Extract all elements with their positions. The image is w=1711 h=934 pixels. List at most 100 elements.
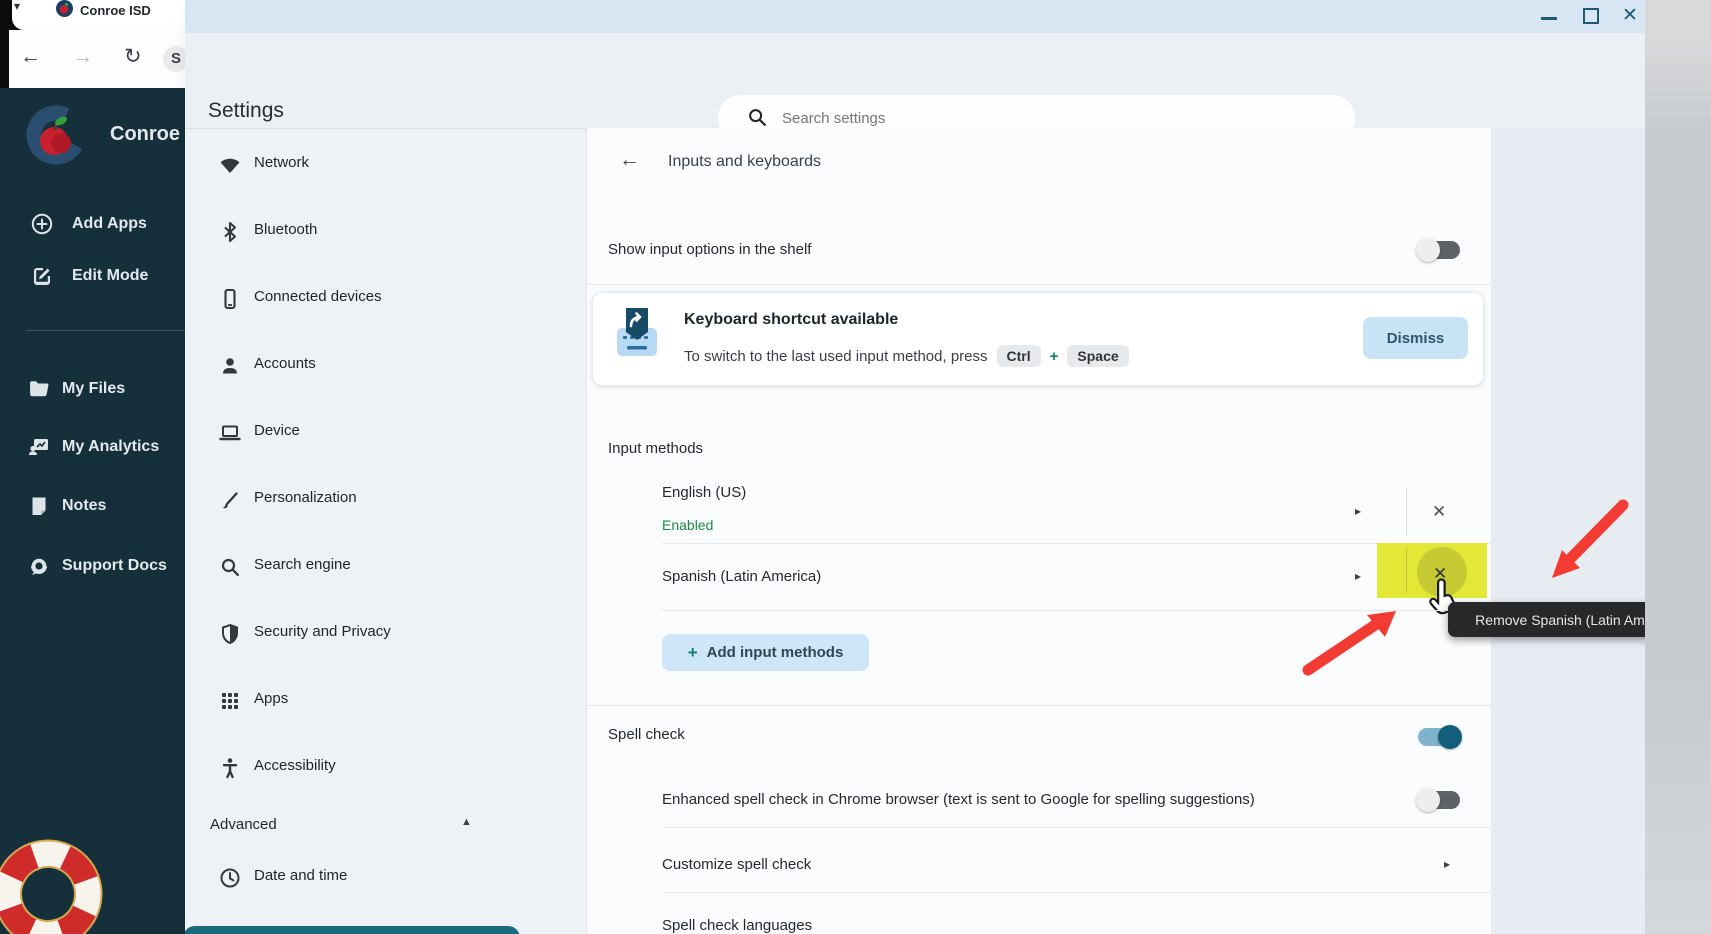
row-separator <box>1406 548 1407 593</box>
key-chip-space: Space <box>1067 345 1128 367</box>
sidebar-item-label: Add Apps <box>72 215 147 233</box>
bluetooth-icon <box>218 220 242 244</box>
screen: ▾ Conroe ISD ← → ↻ S Conroe <box>0 0 1711 934</box>
sidebar-item-my-analytics[interactable]: My Analytics <box>0 432 185 466</box>
laptop-icon <box>218 421 242 445</box>
keyboard-shortcut-banner <box>592 292 1484 386</box>
conroe-logo-icon <box>24 101 88 169</box>
address-avatar[interactable]: S <box>163 46 185 72</box>
sidebar-item-add-apps[interactable]: Add Apps <box>0 208 185 242</box>
sidebar-item-support-docs[interactable]: Support Docs <box>0 551 185 585</box>
tab-title: Conroe ISD <box>80 3 151 18</box>
folder-icon <box>27 377 51 401</box>
add-input-methods-button[interactable]: + Add input methods <box>662 634 869 671</box>
section-divider <box>586 705 1491 706</box>
divider <box>662 892 1491 893</box>
tab-favicon <box>56 0 73 17</box>
back-icon[interactable]: ← <box>20 45 41 69</box>
person-icon <box>218 354 242 378</box>
plus-sign: + <box>1050 348 1059 365</box>
spell-check-languages-label: Spell check languages <box>662 917 812 934</box>
advanced-section[interactable]: Advanced <box>210 816 277 833</box>
reload-icon[interactable]: ↻ <box>124 44 142 69</box>
search-icon <box>746 106 768 128</box>
shelf-toggle[interactable] <box>1418 241 1460 259</box>
shortcut-title: Keyboard shortcut available <box>684 311 898 329</box>
sidebar-item-edit-mode[interactable]: Edit Mode <box>0 260 185 294</box>
nav-label: Accessibility <box>254 757 336 774</box>
plus-circle-icon <box>30 212 54 236</box>
apps-grid-icon <box>218 689 242 713</box>
nav-label: Connected devices <box>254 288 382 305</box>
remove-english-icon[interactable]: ✕ <box>1432 502 1446 522</box>
shield-icon <box>218 622 242 646</box>
plus-icon: + <box>688 643 698 663</box>
shortcut-description: To switch to the last used input method,… <box>684 348 988 365</box>
chevron-right-icon[interactable]: ▸ <box>1355 504 1361 518</box>
browser-toolbar: ← → ↻ S <box>0 30 185 88</box>
desktop-background <box>1645 0 1711 934</box>
close-button[interactable]: ✕ <box>1622 4 1638 27</box>
notes-icon <box>27 494 51 518</box>
brush-icon <box>218 488 242 512</box>
divider <box>586 284 1491 285</box>
enhanced-spell-check-toggle[interactable] <box>1418 791 1460 809</box>
nav-item-network[interactable]: Network <box>185 143 585 187</box>
nav-item-security-privacy[interactable]: Security and Privacy <box>185 612 585 656</box>
sidebar-item-label: My Files <box>62 380 125 398</box>
nav-item-bluetooth[interactable]: Bluetooth <box>185 210 585 254</box>
nav-label: Bluetooth <box>254 221 317 238</box>
settings-window: ✕ Settings Network Bluetooth <box>185 0 1645 934</box>
input-method-name: English (US) <box>662 484 746 501</box>
input-methods-label: Input methods <box>608 440 703 457</box>
nav-label: Date and time <box>254 867 347 884</box>
chevron-right-icon: ▸ <box>1444 857 1450 871</box>
dismiss-button[interactable]: Dismiss <box>1363 317 1468 359</box>
status-enabled: Enabled <box>662 517 713 533</box>
tab-caret-icon[interactable]: ▾ <box>14 0 20 13</box>
row-separator <box>1406 489 1407 535</box>
spell-check-toggle[interactable] <box>1418 728 1460 746</box>
key-chip-ctrl: Ctrl <box>997 345 1041 367</box>
sidebar-item-label: Support Docs <box>62 557 167 575</box>
nav-item-device[interactable]: Device <box>185 411 585 455</box>
lifebuoy-icon <box>0 838 104 934</box>
nav-item-apps[interactable]: Apps <box>185 679 585 723</box>
maximize-button[interactable] <box>1583 8 1599 24</box>
sidebar-item-label: Notes <box>62 497 106 515</box>
nav-item-accessibility[interactable]: Accessibility <box>185 746 585 790</box>
browser-edge <box>0 0 9 88</box>
customize-spell-check-row[interactable]: Customize spell check ▸ <box>586 827 1491 892</box>
back-arrow-icon[interactable]: ← <box>619 148 640 172</box>
input-method-name: Spanish (Latin America) <box>662 568 821 585</box>
bottom-teal-bar[interactable] <box>185 926 520 934</box>
keyboard-shortcut-icon <box>614 306 660 360</box>
shelf-row-label: Show input options in the shelf <box>608 241 811 258</box>
enhanced-spell-check-label: Enhanced spell check in Chrome browser (… <box>662 791 1402 808</box>
shortcut-description-row: To switch to the last used input method,… <box>684 342 1129 370</box>
wifi-icon <box>218 153 242 177</box>
page-title: Settings <box>208 99 284 123</box>
forward-icon[interactable]: → <box>72 45 93 69</box>
nav-item-connected-devices[interactable]: Connected devices <box>185 277 585 321</box>
minimize-button[interactable] <box>1541 17 1557 20</box>
analytics-icon <box>27 435 51 459</box>
sidebar-item-notes[interactable]: Notes <box>0 491 185 525</box>
chevron-up-icon[interactable]: ▲ <box>461 816 472 828</box>
nav-label: Security and Privacy <box>254 623 391 640</box>
clock-icon <box>218 866 242 890</box>
input-method-row-spanish[interactable]: Spanish (Latin America) ▸ <box>586 543 1491 610</box>
chevron-right-icon[interactable]: ▸ <box>1355 569 1361 583</box>
input-method-row-english[interactable]: English (US) Enabled ▸ ✕ <box>586 470 1491 543</box>
nav-item-search-engine[interactable]: Search engine <box>185 545 585 589</box>
nav-item-date-time[interactable]: Date and time <box>185 856 585 900</box>
support-icon <box>27 554 51 578</box>
nav-item-personalization[interactable]: Personalization <box>185 478 585 522</box>
subpage-title: Inputs and keyboards <box>668 153 821 171</box>
nav-label: Personalization <box>254 489 357 506</box>
nav-item-accounts[interactable]: Accounts <box>185 344 585 388</box>
spell-check-label: Spell check <box>608 726 685 743</box>
window-titlebar[interactable]: ✕ <box>185 0 1645 33</box>
sidebar-item-my-files[interactable]: My Files <box>0 374 185 408</box>
sidebar-item-label: Edit Mode <box>72 267 148 285</box>
